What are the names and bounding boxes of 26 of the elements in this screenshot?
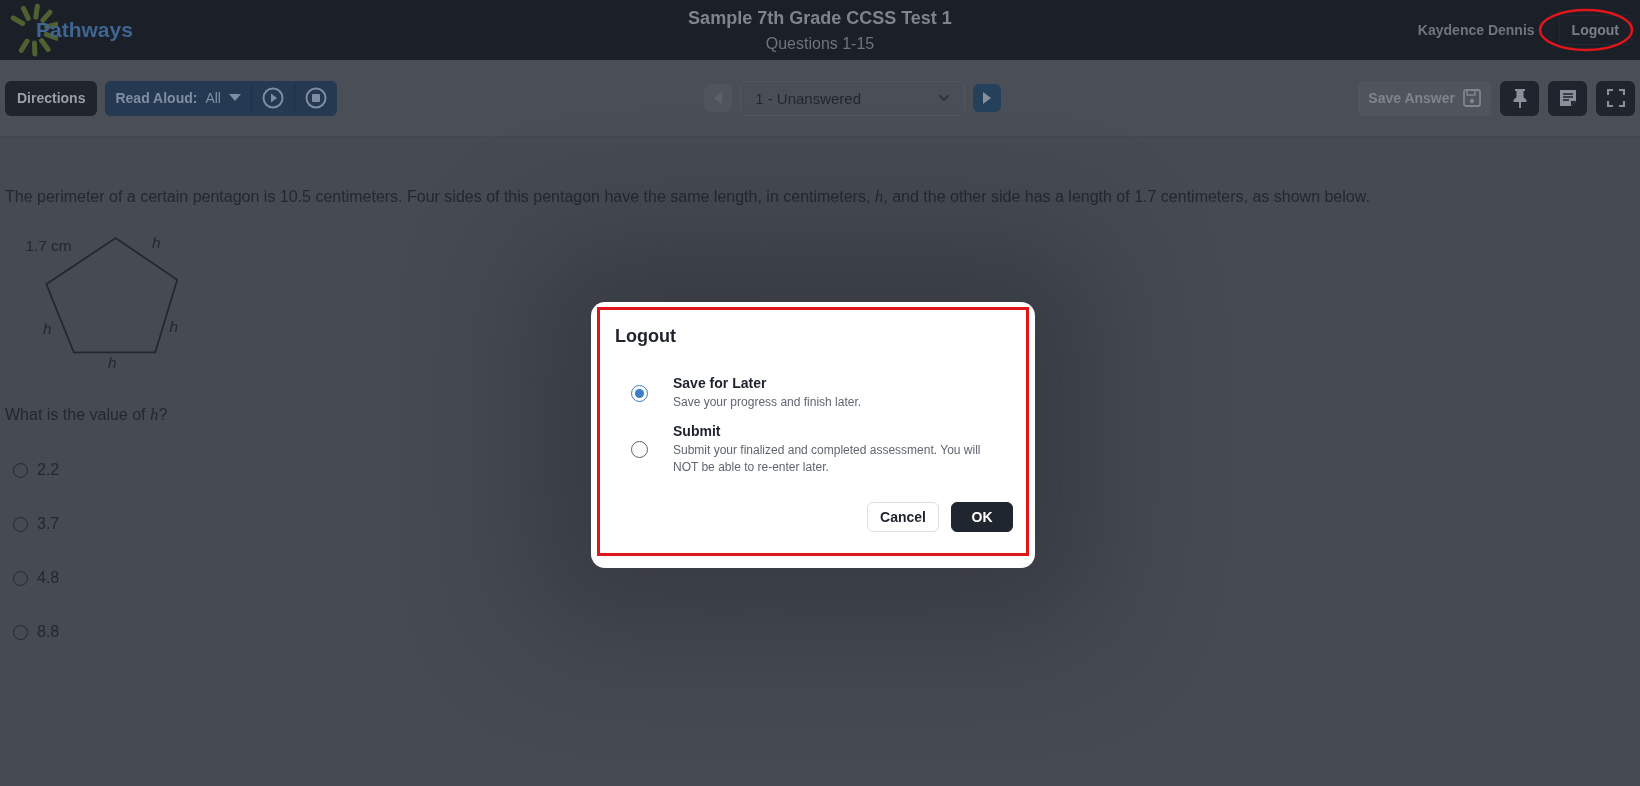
chevron-icon	[938, 94, 951, 102]
ok-button[interactable]: OK	[951, 502, 1013, 532]
fullscreen-icon	[1606, 89, 1625, 107]
logout-button[interactable]: Logout	[1558, 15, 1632, 45]
note-icon	[1557, 88, 1578, 108]
notes-button[interactable]	[1548, 80, 1587, 116]
test-subtitle: Questions 1-15	[765, 34, 875, 53]
option-title: Submit	[673, 423, 722, 439]
stop-button[interactable]	[293, 80, 337, 116]
option-description: Save your progress and finish later.	[673, 394, 863, 411]
dialog-title: Logout	[615, 326, 677, 347]
caret-icon	[228, 94, 241, 102]
right-triangle-icon	[983, 92, 992, 104]
cancel-button[interactable]: Cancel	[867, 502, 939, 532]
option-title: Save for Later	[673, 375, 768, 391]
play-icon	[261, 87, 284, 109]
option-description: Submit your finalized and completed assessment. You will NOT be able to re-enter later.	[673, 442, 982, 476]
logo-text: Pathways	[36, 18, 133, 42]
pin-button[interactable]	[1500, 80, 1539, 116]
stop-icon	[304, 87, 327, 109]
test-title: Sample 7th Grade CCSS Test 1	[688, 7, 952, 29]
next-button[interactable]	[973, 84, 1002, 112]
user-name: Kaydence Dennis	[1417, 22, 1535, 38]
pin-icon	[1511, 88, 1528, 108]
fullscreen-button[interactable]	[1596, 80, 1635, 116]
directions-button[interactable]: Directions	[5, 80, 98, 116]
